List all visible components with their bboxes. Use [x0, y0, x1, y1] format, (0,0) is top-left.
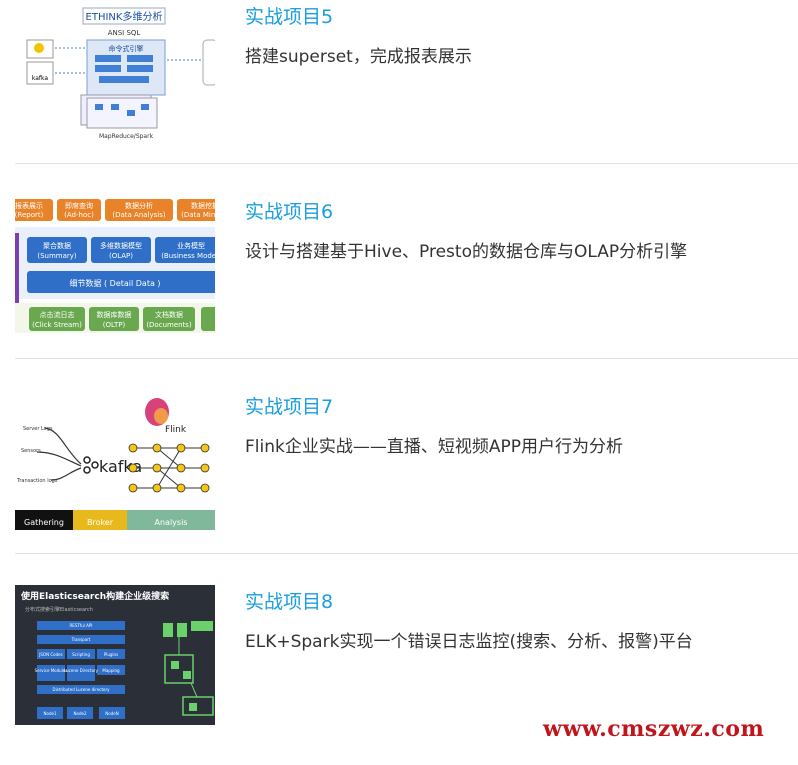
watermark-text: www.cmszwz.com: [543, 716, 765, 742]
p6-mid-en-0: (Summary): [37, 252, 77, 260]
p6-bot-cn-1: 数据库数据: [97, 310, 132, 319]
p6-mid-en-1: (OLAP): [109, 252, 133, 260]
project-item-6[interactable]: 报表展示 (Report) 即席查询 (Ad-hoc) 数据分析 (Data A…: [15, 195, 798, 375]
p7-stage-2: Analysis: [155, 518, 188, 527]
separator: [15, 163, 798, 164]
project-item-5[interactable]: ETHINK多维分析 ANSI SQL 命令式引擎 kafka MapReduc…: [15, 0, 798, 180]
p5-kafka-label: kafka: [32, 75, 49, 82]
p8-row-0-0: RESTful API: [70, 623, 93, 628]
project-5-description: 搭建superset，完成报表展示: [245, 47, 472, 67]
p6-top-cn-2: 数据分析: [125, 201, 153, 210]
p6-bot-cn-0: 点击流日志: [40, 310, 75, 319]
p6-top-en-2: (Data Analysis): [112, 211, 166, 219]
p8-row-3-2: Mapping: [102, 668, 120, 673]
p8-subheading: 分布式搜索引擎Elasticsearch: [25, 606, 93, 613]
p8-heading: 使用Elasticsearch构建企业级搜索: [20, 590, 169, 602]
p6-mid-cn-2: 业务模型: [177, 241, 205, 250]
p6-top-en-0: (Report): [15, 211, 44, 219]
p5-footer-label: MapReduce/Spark: [99, 133, 154, 140]
project-7-description: Flink企业实战——直播、短视频APP用户行为分析: [245, 437, 623, 457]
p8-row-4-0: Distributed Lucene directory: [52, 687, 110, 692]
p6-top-en-1: (Ad-hoc): [64, 211, 94, 219]
p8-row-2-1: Scripting: [72, 652, 90, 657]
separator: [15, 358, 798, 359]
p5-brand-label: ETHINK多维分析: [86, 10, 163, 23]
p8-row-5-2: NodeN: [105, 711, 118, 716]
p8-row-1-0: Transport: [71, 637, 91, 642]
project-6-description: 设计与搭建基于Hive、Presto的数据仓库与OLAP分析引擎: [245, 242, 688, 262]
project-8-thumbnail[interactable]: 使用Elasticsearch构建企业级搜索 分布式搜索引擎Elasticsea…: [15, 585, 215, 725]
project-item-7[interactable]: Server Logs Sensors Transaction logs kaf…: [15, 390, 798, 570]
p6-bot-cn-2: 文档数据: [155, 310, 183, 319]
p8-row-3-1: Lucene Directory: [64, 668, 99, 673]
flink-squirrel-icon: [145, 398, 169, 426]
p6-top-cn-1: 即席查询: [65, 201, 93, 210]
p8-row-2-0: JSON Codec: [38, 652, 63, 657]
project-8-description: ELK+Spark实现一个错误日志监控(搜索、分析、报警)平台: [245, 632, 693, 652]
p6-top-cn-3: 数据挖掘: [191, 201, 215, 210]
project-8-title[interactable]: 实战项目8: [245, 587, 333, 614]
p8-row-3-0: Service Modules: [35, 668, 68, 673]
project-7-thumbnail[interactable]: Server Logs Sensors Transaction logs kaf…: [15, 390, 215, 530]
project-7-title[interactable]: 实战项目7: [245, 392, 333, 419]
p6-bot-en-1: (OLTP): [103, 321, 126, 329]
p7-stage-0: Gathering: [24, 518, 64, 527]
p6-top-en-3: (Data Mining): [181, 211, 215, 219]
p5-sql-label: ANSI SQL: [108, 29, 141, 37]
p6-top-cn-0: 报表展示: [15, 201, 43, 210]
p7-stage-1: Broker: [87, 518, 114, 527]
p5-engine-label: 命令式引擎: [109, 44, 144, 53]
project-5-title[interactable]: 实战项目5: [245, 2, 333, 29]
p6-mid-cn-1: 多维数据模型: [100, 241, 142, 250]
p7-source-2: Transaction logs: [16, 478, 58, 484]
p6-mid-cn-0: 聚合数据: [43, 241, 71, 250]
p8-row-2-2: Plugins: [104, 652, 118, 657]
p8-row-5-0: Node1: [44, 711, 57, 716]
p6-detail-label: 细节数据 ( Detail Data ): [69, 278, 160, 288]
p6-bot-en-0: (Click Stream): [32, 321, 82, 329]
p6-mid-en-2: (Business Model): [161, 252, 215, 260]
p7-flink-label: Flink: [165, 425, 187, 435]
project-6-thumbnail[interactable]: 报表展示 (Report) 即席查询 (Ad-hoc) 数据分析 (Data A…: [15, 195, 215, 335]
project-6-title[interactable]: 实战项目6: [245, 197, 333, 224]
p8-row-5-1: Node2: [74, 711, 87, 716]
p6-bot-en-2: (Documents): [146, 321, 192, 329]
project-5-thumbnail[interactable]: ETHINK多维分析 ANSI SQL 命令式引擎 kafka MapReduc…: [15, 0, 215, 140]
p7-source-1: Sensors: [21, 448, 41, 454]
separator: [15, 553, 798, 554]
